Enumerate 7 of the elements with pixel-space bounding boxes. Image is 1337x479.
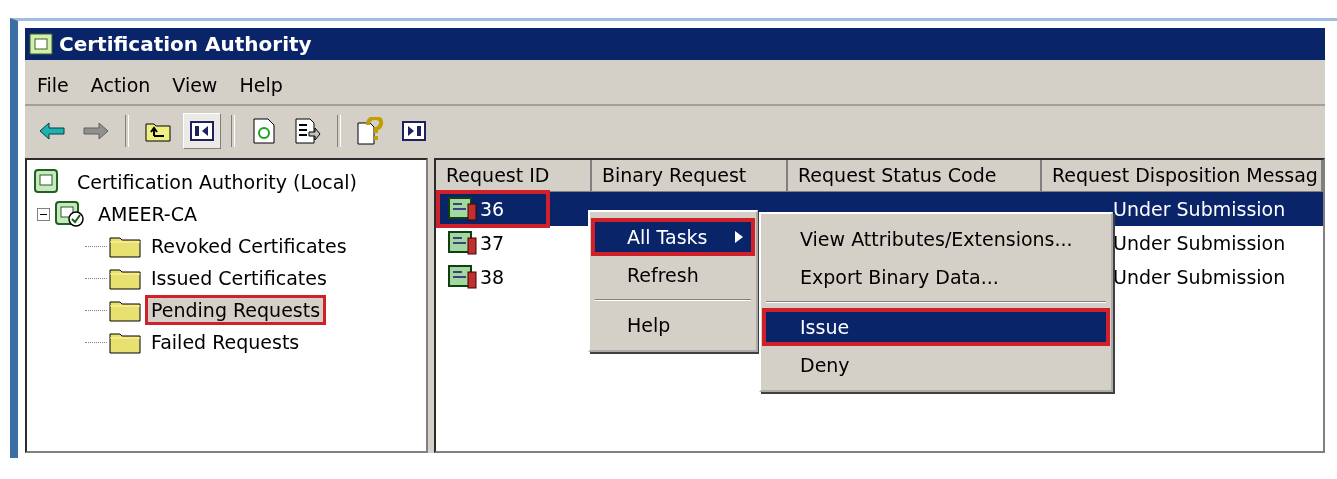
window-title: Certification Authority xyxy=(59,32,312,56)
disposition-message: Under Submission xyxy=(1113,266,1287,288)
request-id: 36 xyxy=(480,198,505,220)
disposition-message: Under Submission xyxy=(1113,232,1287,254)
disposition-message: Under Submission xyxy=(1113,198,1287,220)
request-id: 38 xyxy=(480,266,505,288)
request-id: 37 xyxy=(480,232,505,254)
